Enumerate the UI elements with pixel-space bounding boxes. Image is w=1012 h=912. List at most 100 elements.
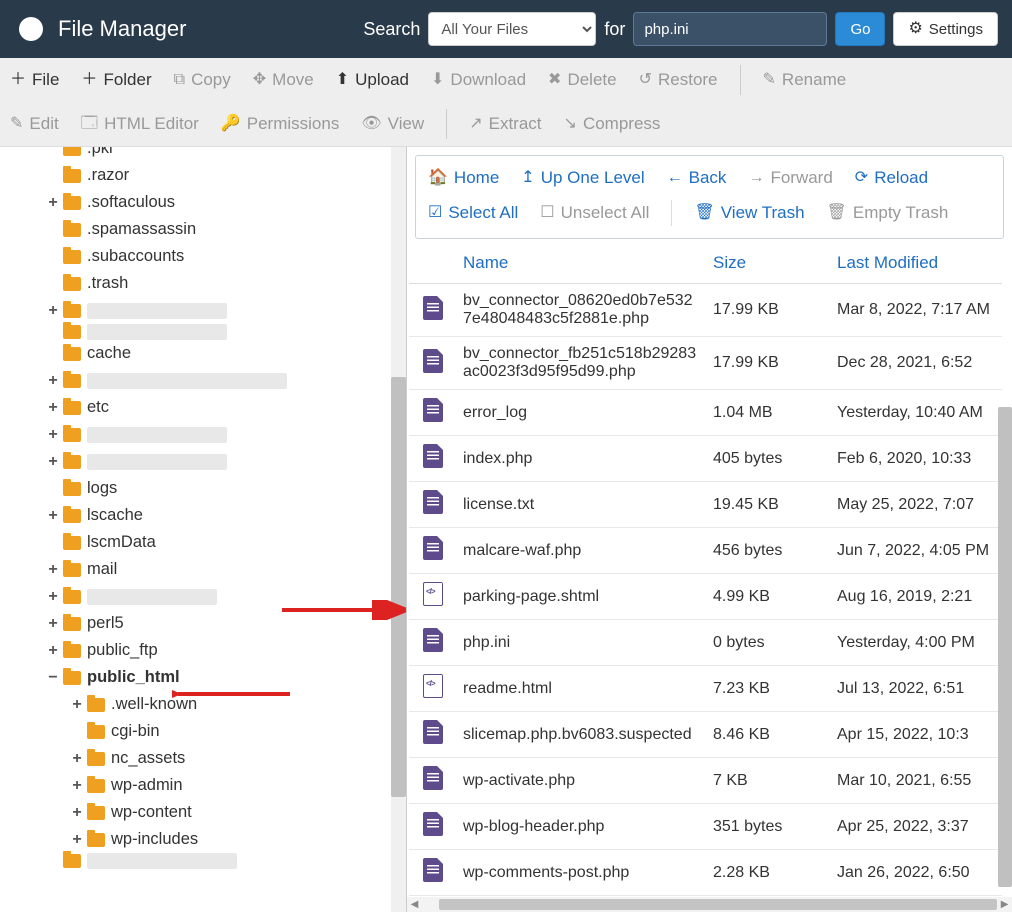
tree-node[interactable]: [0, 853, 406, 869]
file-button[interactable]: ＋File: [10, 70, 59, 90]
tree-node[interactable]: +etc: [0, 394, 406, 421]
expander-icon[interactable]: +: [46, 583, 60, 610]
col-modified[interactable]: Last Modified: [829, 243, 1002, 284]
html-editor-button[interactable]: 🗔HTML Editor: [81, 114, 199, 134]
expander-icon[interactable]: +: [46, 448, 60, 475]
annotation-arrow-php-ini: [280, 600, 407, 620]
tree-scrollbar[interactable]: [391, 147, 406, 912]
file-row[interactable]: malcare-waf.php456 bytesJun 7, 2022, 4:0…: [409, 528, 1002, 574]
move-button[interactable]: ✥Move: [253, 70, 314, 90]
scrollbar-thumb[interactable]: [391, 377, 406, 797]
tree-node[interactable]: +nc_assets: [0, 745, 406, 772]
text-file-icon: [423, 296, 443, 320]
folder-button[interactable]: ＋Folder: [81, 70, 151, 90]
extract-button[interactable]: ↗Extract: [469, 114, 541, 134]
file-row[interactable]: index.php405 bytesFeb 6, 2020, 10:33: [409, 436, 1002, 482]
tree-node[interactable]: .spamassassin: [0, 216, 406, 243]
file-row[interactable]: slicemap.php.bv6083.suspected8.46 KBApr …: [409, 712, 1002, 758]
file-list-scrollbar[interactable]: [998, 407, 1012, 887]
file-row[interactable]: wp-activate.php7 KBMar 10, 2021, 6:55: [409, 758, 1002, 804]
expander-icon[interactable]: +: [46, 297, 60, 324]
horizontal-scrollbar[interactable]: ◀ ▶: [407, 897, 1012, 912]
empty-trash-button[interactable]: 🗑Empty Trash: [827, 203, 949, 223]
file-row[interactable]: license.txt19.45 KBMay 25, 2022, 7:07: [409, 482, 1002, 528]
file-row[interactable]: wp-comments-post.php2.28 KBJan 26, 2022,…: [409, 850, 1002, 896]
rename-button[interactable]: ✎Rename: [763, 70, 847, 90]
file-row[interactable]: readme.html7.23 KBJul 13, 2022, 6:51: [409, 666, 1002, 712]
trash-icon: 🗑: [694, 205, 714, 221]
tree-node[interactable]: lscmData: [0, 529, 406, 556]
file-row[interactable]: wp-blog-header.php351 bytesApr 25, 2022,…: [409, 804, 1002, 850]
expander-icon[interactable]: +: [46, 421, 60, 448]
col-size[interactable]: Size: [705, 243, 829, 284]
reload-button[interactable]: ⟳Reload: [855, 168, 928, 188]
tree-node[interactable]: cache: [0, 340, 406, 367]
tree-node[interactable]: cgi-bin: [0, 718, 406, 745]
expander-icon[interactable]: −: [46, 664, 60, 691]
expander-icon[interactable]: +: [46, 189, 60, 216]
expander-icon[interactable]: +: [46, 556, 60, 583]
tree-node[interactable]: +: [0, 367, 406, 394]
expander-icon[interactable]: +: [70, 826, 84, 853]
tree-node[interactable]: [0, 324, 406, 340]
search-scope-select[interactable]: All Your Files: [428, 12, 596, 46]
copy-button[interactable]: ⧉Copy: [174, 70, 231, 90]
search-area: Search All Your Files for Go ⚙ Settings: [363, 12, 998, 46]
go-button[interactable]: Go: [835, 12, 885, 46]
download-button[interactable]: ⬇Download: [431, 70, 526, 90]
expander-icon[interactable]: +: [70, 772, 84, 799]
unselect-all-button[interactable]: ☐Unselect All: [540, 203, 649, 223]
upload-button[interactable]: ⬆Upload: [336, 70, 409, 90]
edit-button[interactable]: ✎Edit: [10, 114, 59, 134]
tree-node[interactable]: .subaccounts: [0, 243, 406, 270]
tree-node[interactable]: +: [0, 448, 406, 475]
tree-node[interactable]: logs: [0, 475, 406, 502]
tree-node[interactable]: +lscache: [0, 502, 406, 529]
select-all-button[interactable]: ☑Select All: [428, 203, 518, 223]
scroll-right-arrow-icon[interactable]: ▶: [997, 897, 1012, 912]
file-row[interactable]: php.ini0 bytesYesterday, 4:00 PM: [409, 620, 1002, 666]
search-input[interactable]: [633, 12, 827, 46]
back-button[interactable]: ←Back: [667, 168, 727, 188]
file-row[interactable]: error_log1.04 MBYesterday, 10:40 AM: [409, 390, 1002, 436]
tree-node[interactable]: +wp-content: [0, 799, 406, 826]
tree-node[interactable]: .trash: [0, 270, 406, 297]
tree-node[interactable]: +: [0, 297, 406, 324]
expander-icon[interactable]: +: [46, 367, 60, 394]
scroll-left-arrow-icon[interactable]: ◀: [407, 897, 422, 912]
settings-button[interactable]: ⚙ Settings: [893, 12, 998, 46]
view-trash-button[interactable]: 🗑View Trash: [694, 203, 804, 223]
file-row[interactable]: bv_connector_08620ed0b7e5327e48048483c5f…: [409, 284, 1002, 337]
folder-tree[interactable]: .pki.razor+.softaculous.spamassassin.sub…: [0, 147, 406, 869]
permissions-button[interactable]: 🔑Permissions: [221, 114, 340, 134]
tree-node[interactable]: +.softaculous: [0, 189, 406, 216]
view-button[interactable]: 👁View: [361, 114, 424, 134]
scrollbar-thumb[interactable]: [439, 899, 997, 910]
forward-button[interactable]: →Forward: [748, 168, 832, 188]
col-icon[interactable]: [409, 243, 455, 284]
tree-label: cache: [87, 340, 131, 367]
expander-icon[interactable]: +: [46, 610, 60, 637]
file-name: index.php: [455, 436, 705, 482]
tree-node[interactable]: .pki: [0, 147, 406, 162]
tree-node[interactable]: .razor: [0, 162, 406, 189]
tree-node[interactable]: +public_ftp: [0, 637, 406, 664]
file-row[interactable]: bv_connector_fb251c518b29283ac0023f3d95f…: [409, 337, 1002, 390]
expander-icon[interactable]: +: [70, 745, 84, 772]
expander-icon[interactable]: +: [46, 502, 60, 529]
expander-icon[interactable]: +: [46, 394, 60, 421]
expander-icon[interactable]: +: [70, 691, 84, 718]
restore-button[interactable]: ↺Restore: [639, 70, 718, 90]
compress-button[interactable]: ↘Compress: [564, 114, 661, 134]
tree-node[interactable]: +: [0, 421, 406, 448]
up-one-level-button[interactable]: ↥Up One Level: [521, 168, 644, 188]
tree-node[interactable]: +wp-includes: [0, 826, 406, 853]
tree-node[interactable]: +wp-admin: [0, 772, 406, 799]
expander-icon[interactable]: +: [70, 799, 84, 826]
tree-node[interactable]: +mail: [0, 556, 406, 583]
expander-icon[interactable]: +: [46, 637, 60, 664]
delete-button[interactable]: ✖Delete: [548, 70, 617, 90]
home-button[interactable]: 🏠Home: [428, 168, 499, 188]
col-name[interactable]: Name: [455, 243, 705, 284]
file-row[interactable]: parking-page.shtml4.99 KBAug 16, 2019, 2…: [409, 574, 1002, 620]
